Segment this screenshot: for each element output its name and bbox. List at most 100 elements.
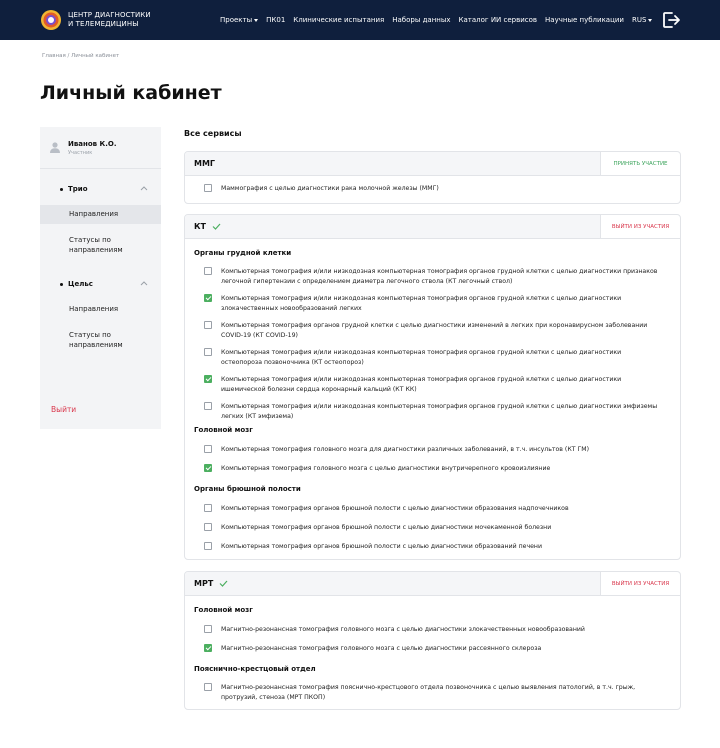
section-title: Органы брюшной полости (194, 485, 301, 493)
nav-datasets[interactable]: Наборы данных (392, 16, 450, 24)
sidebar-item-label: Статусы по направлениям (69, 236, 123, 254)
user-icon (50, 142, 60, 153)
brand-name[interactable]: ЦЕНТР ДИАГНОСТИКИ И ТЕЛЕМЕДИЦИНЫ (68, 11, 151, 29)
sidebar-item-tsels-directions[interactable]: Направления (40, 304, 161, 314)
card-header: МРТ ВЫЙТИ ИЗ УЧАСТИЯ (185, 572, 680, 596)
nav-language[interactable]: RUS (631, 16, 653, 24)
nav-ai-catalog[interactable]: Каталог ИИ сервисов (459, 16, 538, 24)
breadcrumb[interactable]: Главная / Личный кабинет (42, 53, 119, 59)
chevron-up-icon[interactable] (140, 186, 148, 191)
service-label: Компьютерная томография органов брюшной … (221, 524, 552, 531)
service-label: Компьютерная томография головного мозга … (221, 446, 589, 453)
chevron-up-icon[interactable] (140, 281, 148, 286)
divider (40, 168, 161, 169)
leave-button[interactable]: ВЫЙТИ ИЗ УЧАСТИЯ (600, 572, 680, 595)
checkbox-checked[interactable] (204, 294, 212, 302)
service-row[interactable]: Маммография с целью диагностики рака мол… (204, 184, 661, 194)
checkbox[interactable] (204, 445, 212, 453)
checkbox[interactable] (204, 267, 212, 275)
sidebar-item-label: Статусы по направлениям (69, 331, 123, 349)
checkbox-checked[interactable] (204, 464, 212, 472)
join-button[interactable]: ПРИНЯТЬ УЧАСТИЕ (600, 152, 680, 175)
page-title: Личный кабинет (40, 82, 222, 104)
section-title: Головной мозг (194, 426, 253, 434)
nav-language-label: RUS (631, 16, 647, 24)
user-name: Иванов К.О. (68, 140, 117, 148)
service-label: Магнитно-резонансная томография поясничн… (221, 684, 636, 701)
sidebar-group-tsels-label: Цельс (68, 280, 93, 288)
checkbox[interactable] (204, 683, 212, 691)
service-row[interactable]: Компьютерная томография головного мозга … (204, 464, 661, 474)
card-header: ММГ ПРИНЯТЬ УЧАСТИЕ (185, 152, 680, 176)
nav-datasets-label: Наборы данных (392, 16, 451, 24)
service-row[interactable]: Компьютерная томография и/или низкодозна… (204, 294, 661, 313)
section-title: Органы грудной клетки (194, 249, 292, 257)
nav-projects-label: Проекты (220, 16, 253, 24)
section-title: Пояснично-крестцовый отдел (194, 665, 316, 673)
leave-button[interactable]: ВЫЙТИ ИЗ УЧАСТИЯ (600, 215, 680, 238)
sidebar-group-tsels[interactable]: Цельс (60, 280, 93, 288)
nav-publications[interactable]: Научные публикации (545, 16, 624, 24)
top-navbar: ЦЕНТР ДИАГНОСТИКИ И ТЕЛЕМЕДИЦИНЫ Проекты… (0, 0, 720, 40)
card-title: МРТ (194, 579, 228, 588)
sidebar-group-trio-label: Трио (68, 185, 88, 193)
logout-icon[interactable] (661, 10, 681, 30)
nav-publications-label: Научные публикации (545, 16, 624, 24)
service-row[interactable]: Магнитно-резонансная томография поясничн… (204, 683, 661, 702)
checkbox[interactable] (204, 184, 212, 192)
bullet-icon (60, 282, 63, 286)
service-row[interactable]: Компьютерная томография органов брюшной … (204, 504, 661, 514)
service-card-kt: КТ ВЫЙТИ ИЗ УЧАСТИЯ Органы грудной клетк… (184, 214, 681, 560)
service-row[interactable]: Компьютерная томография и/или низкодозна… (204, 348, 661, 367)
sidebar: Иванов К.О. Участник Трио Направления Ст… (40, 127, 161, 429)
card-header: КТ ВЫЙТИ ИЗ УЧАСТИЯ (185, 215, 680, 239)
sidebar-group-trio[interactable]: Трио (60, 185, 88, 193)
service-label: Компьютерная томография и/или низкодозна… (221, 376, 622, 393)
checkbox[interactable] (204, 504, 212, 512)
checkbox[interactable] (204, 321, 212, 329)
service-row[interactable]: Компьютерная томография головного мозга … (204, 445, 661, 455)
service-row[interactable]: Магнитно-резонансная томография головног… (204, 625, 661, 635)
service-card-mrt: МРТ ВЫЙТИ ИЗ УЧАСТИЯ Головной мозг Магни… (184, 571, 681, 710)
service-card-mmg: ММГ ПРИНЯТЬ УЧАСТИЕ Маммография с целью … (184, 151, 681, 204)
checkbox[interactable] (204, 542, 212, 550)
sidebar-item-tsels-statuses[interactable]: Статусы по направлениям (40, 330, 130, 350)
nav-projects[interactable]: Проекты (220, 16, 259, 24)
service-label: Компьютерная томография и/или низкодозна… (221, 403, 658, 420)
checkbox[interactable] (204, 348, 212, 356)
checkbox-checked[interactable] (204, 644, 212, 652)
service-label: Компьютерная томография органов брюшной … (221, 543, 542, 550)
card-title-text: МРТ (194, 579, 214, 588)
sidebar-item-label: Направления (69, 305, 119, 313)
caret-down-icon (254, 18, 259, 22)
service-row[interactable]: Компьютерная томография и/или низкодозна… (204, 375, 661, 394)
logo-icon[interactable] (40, 9, 62, 31)
check-icon (212, 223, 221, 230)
service-row[interactable]: Компьютерная томография органов брюшной … (204, 523, 661, 533)
checkbox[interactable] (204, 523, 212, 531)
main-nav: Проекты ПК01 Клинические испытания Набор… (220, 0, 660, 40)
sidebar-item-trio-directions[interactable]: Направления (40, 205, 161, 224)
sidebar-item-trio-statuses[interactable]: Статусы по направлениям (40, 235, 130, 255)
nav-clinical-trials[interactable]: Клинические испытания (293, 16, 384, 24)
services-title: Все сервисы (184, 129, 242, 138)
bullet-icon (60, 187, 63, 191)
checkbox[interactable] (204, 402, 212, 410)
card-title-text: КТ (194, 222, 206, 231)
checkbox-checked[interactable] (204, 375, 212, 383)
service-label: Маммография с целью диагностики рака мол… (221, 185, 439, 192)
checkbox[interactable] (204, 625, 212, 633)
service-row[interactable]: Магнитно-резонансная томография головног… (204, 644, 661, 654)
service-label: Компьютерная томография органов грудной … (221, 322, 648, 339)
card-title: ММГ (194, 159, 215, 168)
check-icon (219, 580, 228, 587)
service-label: Компьютерная томография и/или низкодозна… (221, 268, 658, 285)
sidebar-item-label: Направления (69, 210, 119, 218)
service-row[interactable]: Компьютерная томография органов брюшной … (204, 542, 661, 552)
service-row[interactable]: Компьютерная томография и/или низкодозна… (204, 402, 661, 421)
nav-pk01[interactable]: ПК01 (266, 16, 285, 24)
brand-line-1: ЦЕНТР ДИАГНОСТИКИ (68, 11, 151, 19)
service-row[interactable]: Компьютерная томография и/или низкодозна… (204, 267, 661, 286)
exit-link[interactable]: Выйти (51, 405, 76, 414)
service-row[interactable]: Компьютерная томография органов грудной … (204, 321, 661, 340)
